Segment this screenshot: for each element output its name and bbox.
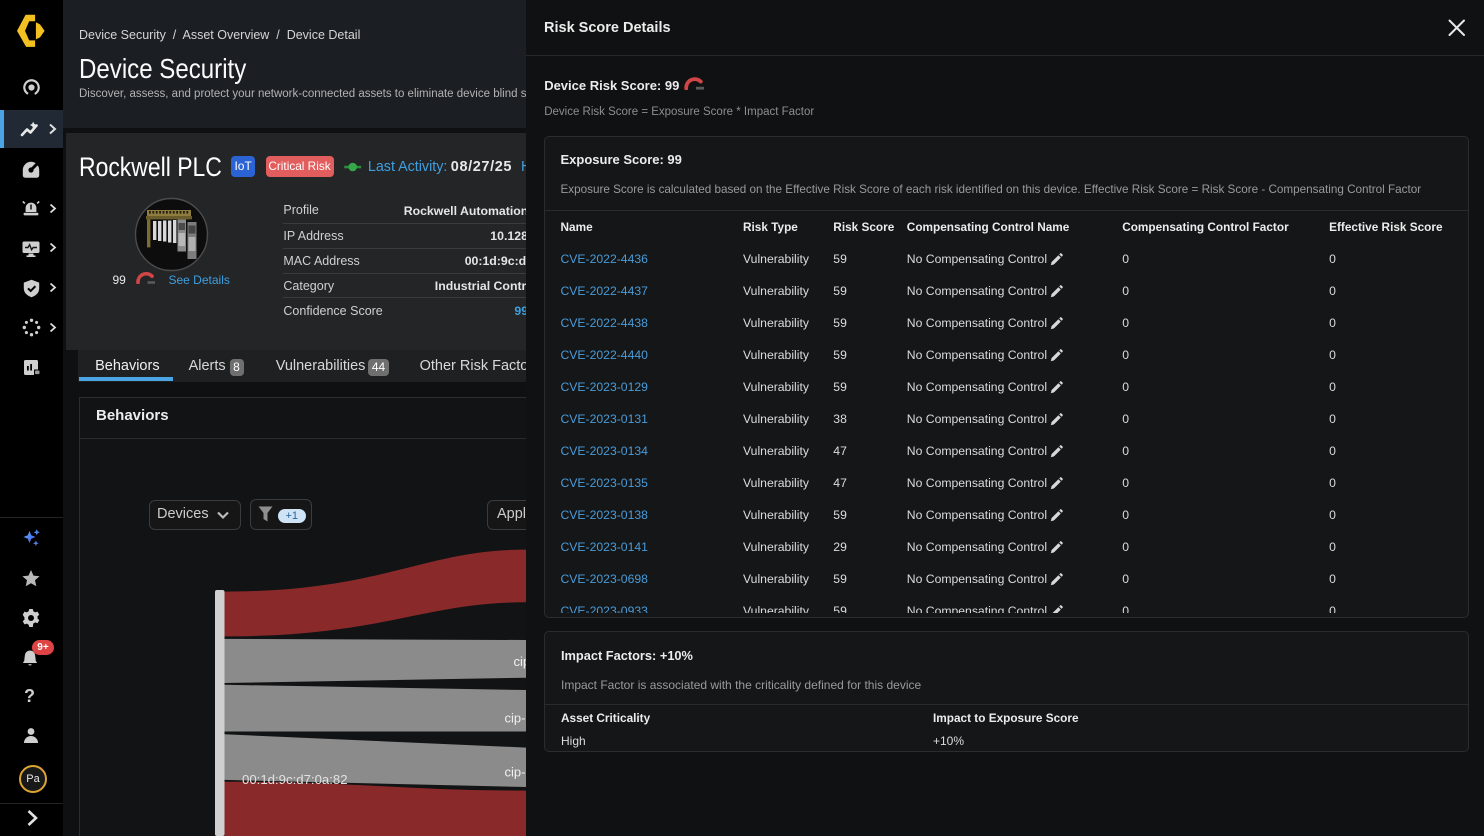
svg-text:cip-class-id-66: cip-class-id-66 [505,765,527,780]
svg-text:00:1d:9c:d7:0a:82: 00:1d:9c:d7:0a:82 [242,772,348,787]
svg-text:cip-class-id-107: cip-class-id-107 [514,654,527,669]
svg-text:cip-class-id-32: cip-class-id-32 [505,711,527,726]
